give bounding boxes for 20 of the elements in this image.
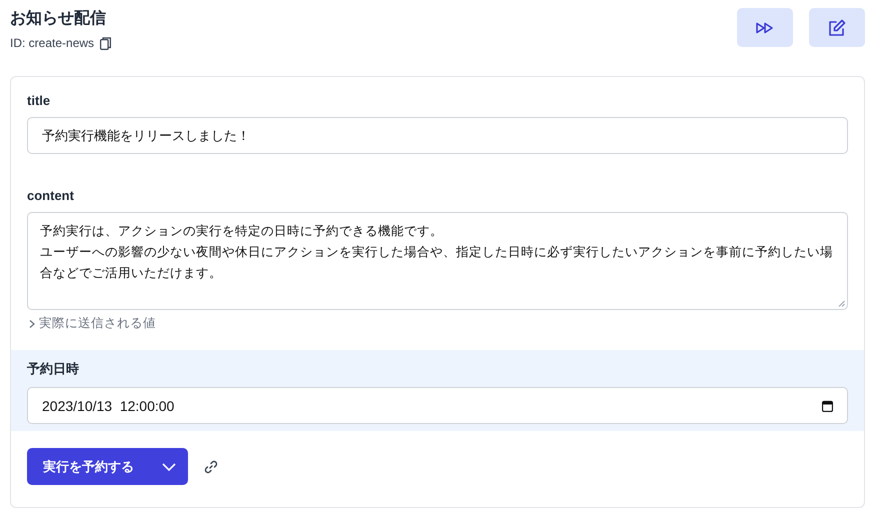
chevron-down-icon — [162, 462, 176, 470]
id-label: ID: create-news — [10, 36, 94, 50]
fast-forward-icon — [756, 22, 774, 34]
content-textarea[interactable]: 予約実行は、アクションの実行を特定の日時に予約できる機能です。 ユーザーへの影響の少ない夜間や休日にアクションを実行した場合や、指定した日時に必ず実行したいアクションを事前に予約したい場合などでご活用いただけます。 — [27, 212, 848, 310]
field-label: content — [27, 188, 75, 203]
resize-grip-icon — [838, 300, 845, 307]
field-label: title — [27, 93, 52, 108]
datetime-field[interactable]: 2023/10/13 12:00:00 — [27, 387, 848, 424]
field-label: 予約日時 — [27, 360, 80, 378]
fast-forward-button[interactable] — [737, 8, 793, 47]
expand-toggle[interactable]: 実際に送信される値 — [27, 315, 156, 332]
link-button[interactable] — [204, 460, 218, 474]
page-title: お知らせ配信 — [10, 8, 107, 29]
title-input[interactable]: 予約実行機能をリリースしました！ — [27, 117, 848, 154]
chevron-icon — [27, 318, 37, 328]
calendar-icon — [822, 400, 833, 412]
schedule-button[interactable]: 実行を予約する — [27, 448, 188, 485]
edit-button[interactable] — [809, 8, 865, 47]
edit-icon — [828, 18, 846, 36]
copy-icon[interactable] — [100, 36, 112, 50]
